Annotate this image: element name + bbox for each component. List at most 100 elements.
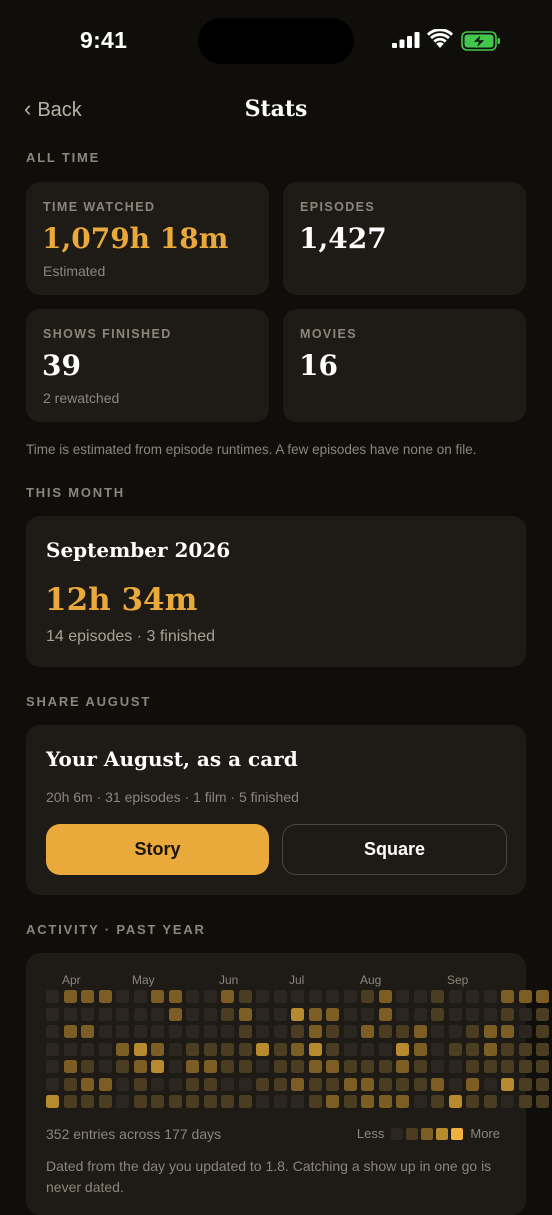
heatmap-cell xyxy=(483,1095,497,1108)
heatmap-cell xyxy=(168,1077,182,1091)
month-label: Aug xyxy=(360,973,382,987)
heatmap-cell xyxy=(448,1077,462,1091)
heatmap-cell xyxy=(98,990,112,1003)
heatmap-cell xyxy=(238,1042,252,1056)
heatmap-cell xyxy=(273,1042,287,1056)
heatmap-cell xyxy=(116,1042,129,1056)
heatmap-cell xyxy=(133,1007,147,1021)
heatmap-cell xyxy=(133,1060,147,1073)
heatmap-cell xyxy=(46,1007,59,1021)
heatmap-cell xyxy=(133,1042,147,1056)
heatmap-cell xyxy=(98,1077,112,1091)
heatmap-cell xyxy=(203,1077,217,1091)
heatmap-cell xyxy=(326,1060,339,1073)
heatmap-cell xyxy=(378,1007,392,1021)
heatmap-cell xyxy=(133,990,147,1003)
heatmap-cell xyxy=(466,1025,479,1038)
share-summary: 20h 6m · 31 episodes · 1 film · 5 finish… xyxy=(46,789,299,805)
heatmap-cell xyxy=(431,1007,444,1021)
stat-value: 39 xyxy=(42,349,81,382)
heatmap-cell xyxy=(448,1042,462,1056)
heatmap-cell xyxy=(203,990,217,1003)
heatmap-cell xyxy=(133,1025,147,1038)
heatmap-cell xyxy=(151,1077,164,1091)
heatmap-cell xyxy=(378,1060,392,1073)
heatmap-cell xyxy=(291,1060,304,1073)
heatmap-cell xyxy=(291,990,304,1003)
heatmap-legend: Less More xyxy=(353,1126,504,1141)
heatmap-cell xyxy=(63,1042,77,1056)
legend-swatch xyxy=(406,1127,419,1140)
heatmap-cell xyxy=(186,1077,199,1091)
heatmap-cell xyxy=(256,990,269,1003)
share-title: Your August, as a card xyxy=(46,747,298,771)
heatmap-cell xyxy=(46,990,59,1003)
stat-value: 1,427 xyxy=(299,222,387,255)
heatmap-cell xyxy=(116,990,129,1003)
heatmap-cell xyxy=(413,1077,427,1091)
heatmap-cell xyxy=(63,1095,77,1108)
heatmap-cell xyxy=(396,1042,409,1056)
month-time: 12h 34m xyxy=(45,582,198,618)
page-title: Stats xyxy=(244,96,308,122)
stat-card-shows-finished: SHOWS FINISHED 39 2 rewatched xyxy=(26,309,269,422)
heatmap-cell xyxy=(168,1007,182,1021)
heatmap-cell xyxy=(256,1095,269,1108)
heatmap-cell xyxy=(63,1060,77,1073)
heatmap-cell xyxy=(168,990,182,1003)
heatmap-cell xyxy=(308,990,322,1003)
month-summary: 14 episodes · 3 finished xyxy=(46,628,215,645)
heatmap-cell xyxy=(291,1007,304,1021)
heatmap-cell xyxy=(361,1095,374,1108)
heatmap-cell xyxy=(536,1025,549,1038)
stat-label: EPISODES xyxy=(300,200,376,214)
heatmap-cell xyxy=(238,1077,252,1091)
section-label-activity: ACTIVITY · PAST YEAR xyxy=(26,922,206,937)
heatmap-cell xyxy=(116,1095,129,1108)
heatmap-cell xyxy=(326,1077,339,1091)
heatmap-cell xyxy=(203,1007,217,1021)
heatmap-cell xyxy=(396,1007,409,1021)
heatmap-cell xyxy=(81,1007,94,1021)
heatmap-cell xyxy=(501,1007,514,1021)
month-label: Sep xyxy=(447,973,469,987)
heatmap-cell xyxy=(343,1007,357,1021)
heatmap-cell xyxy=(151,1025,164,1038)
stat-value: 16 xyxy=(299,349,338,382)
heatmap-cell xyxy=(413,1060,427,1073)
heatmap-cell xyxy=(413,990,427,1003)
heatmap-cell xyxy=(518,1077,532,1091)
heatmap-cell xyxy=(116,1025,129,1038)
square-button[interactable]: Square xyxy=(282,824,507,875)
heatmap-cell xyxy=(81,1060,94,1073)
status-time: 9:41 xyxy=(80,27,128,53)
story-button[interactable]: Story xyxy=(46,824,269,875)
heatmap-cell xyxy=(221,1060,234,1073)
heatmap-cell xyxy=(308,1025,322,1038)
heatmap-cell xyxy=(326,990,339,1003)
heatmap-cell xyxy=(396,1025,409,1038)
heatmap-cell xyxy=(221,1025,234,1038)
heatmap-cell xyxy=(116,1060,129,1073)
heatmap-cell xyxy=(63,1007,77,1021)
this-month-card: September 2026 12h 34m 14 episodes · 3 f… xyxy=(26,516,526,667)
heatmap-cell xyxy=(291,1042,304,1056)
heatmap-cell xyxy=(501,1060,514,1073)
heatmap-cell xyxy=(466,1095,479,1108)
heatmap-cell xyxy=(536,1077,549,1091)
heatmap-cell xyxy=(483,1007,497,1021)
stat-label: MOVIES xyxy=(300,327,358,341)
wifi-icon xyxy=(427,29,453,48)
heatmap-cell xyxy=(46,1025,59,1038)
heatmap-cell xyxy=(221,1042,234,1056)
section-label-all-time: ALL TIME xyxy=(26,150,101,165)
heatmap-cell xyxy=(273,990,287,1003)
heatmap-cell xyxy=(291,1025,304,1038)
heatmap-cell xyxy=(448,1095,462,1108)
heatmap-cell xyxy=(203,1025,217,1038)
heatmap-cell xyxy=(308,1095,322,1108)
heatmap-cell xyxy=(378,1077,392,1091)
heatmap-cell xyxy=(326,1095,339,1108)
heatmap-cell xyxy=(518,990,532,1003)
heatmap-cell xyxy=(98,1007,112,1021)
